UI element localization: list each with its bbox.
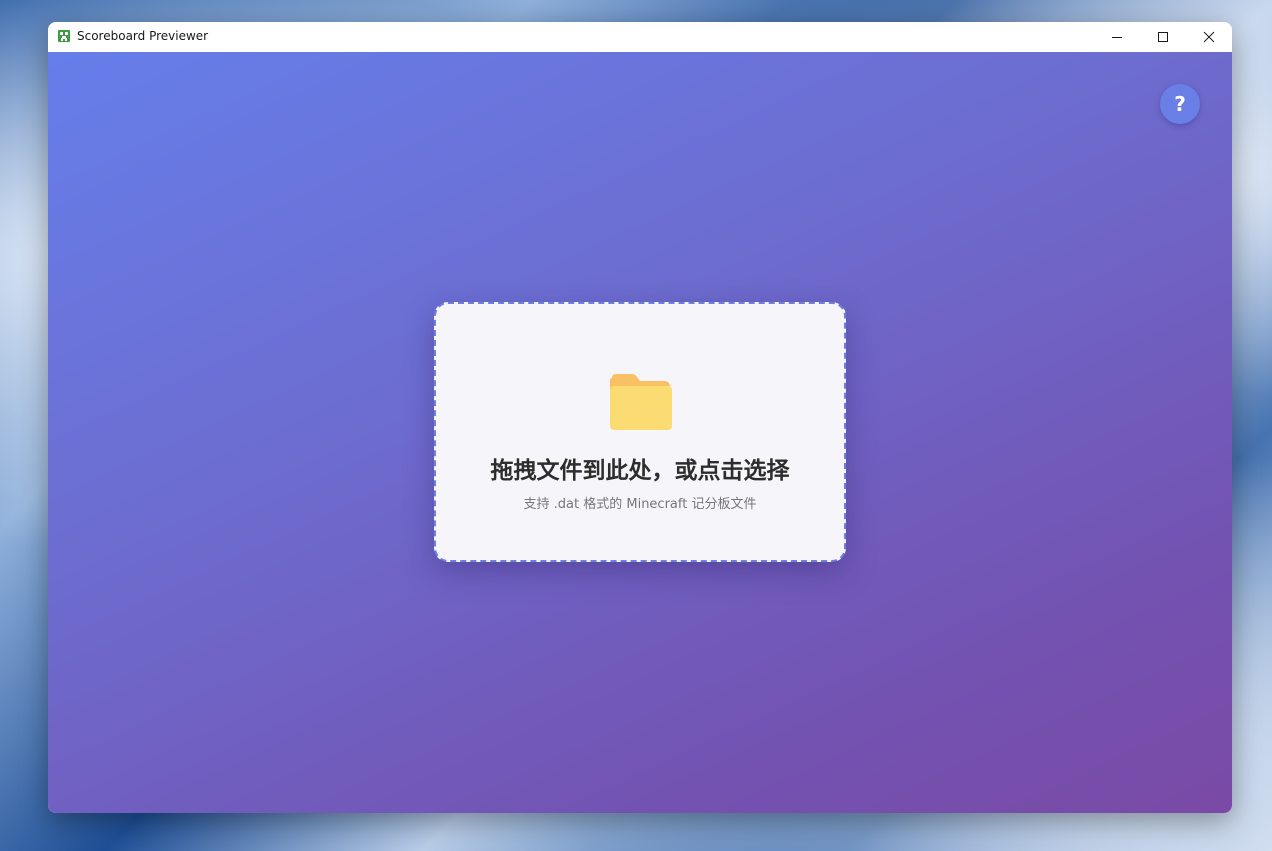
minecraft-creeper-icon <box>58 30 70 42</box>
drop-zone-subtitle: 支持 .dat 格式的 Minecraft 记分板文件 <box>523 497 757 512</box>
title-bar[interactable]: Scoreboard Previewer <box>48 22 1232 52</box>
minimize-icon <box>1112 37 1122 38</box>
minimize-button[interactable] <box>1094 22 1140 52</box>
help-button[interactable]: ? <box>1160 84 1200 124</box>
drop-zone-title: 拖拽文件到此处，或点击选择 <box>490 458 790 484</box>
maximize-icon <box>1158 32 1168 42</box>
window-title: Scoreboard Previewer <box>77 29 209 43</box>
folder-icon <box>610 374 672 430</box>
app-window: Scoreboard Previewer ? 拖拽文件到此处，或点击选择 支持 … <box>48 22 1232 813</box>
main-content: ? 拖拽文件到此处，或点击选择 支持 .dat 格式的 Minecraft 记分… <box>48 52 1232 813</box>
maximize-button[interactable] <box>1140 22 1186 52</box>
file-drop-zone[interactable]: 拖拽文件到此处，或点击选择 支持 .dat 格式的 Minecraft 记分板文… <box>434 302 846 562</box>
close-icon <box>1203 31 1215 43</box>
close-button[interactable] <box>1186 22 1232 52</box>
